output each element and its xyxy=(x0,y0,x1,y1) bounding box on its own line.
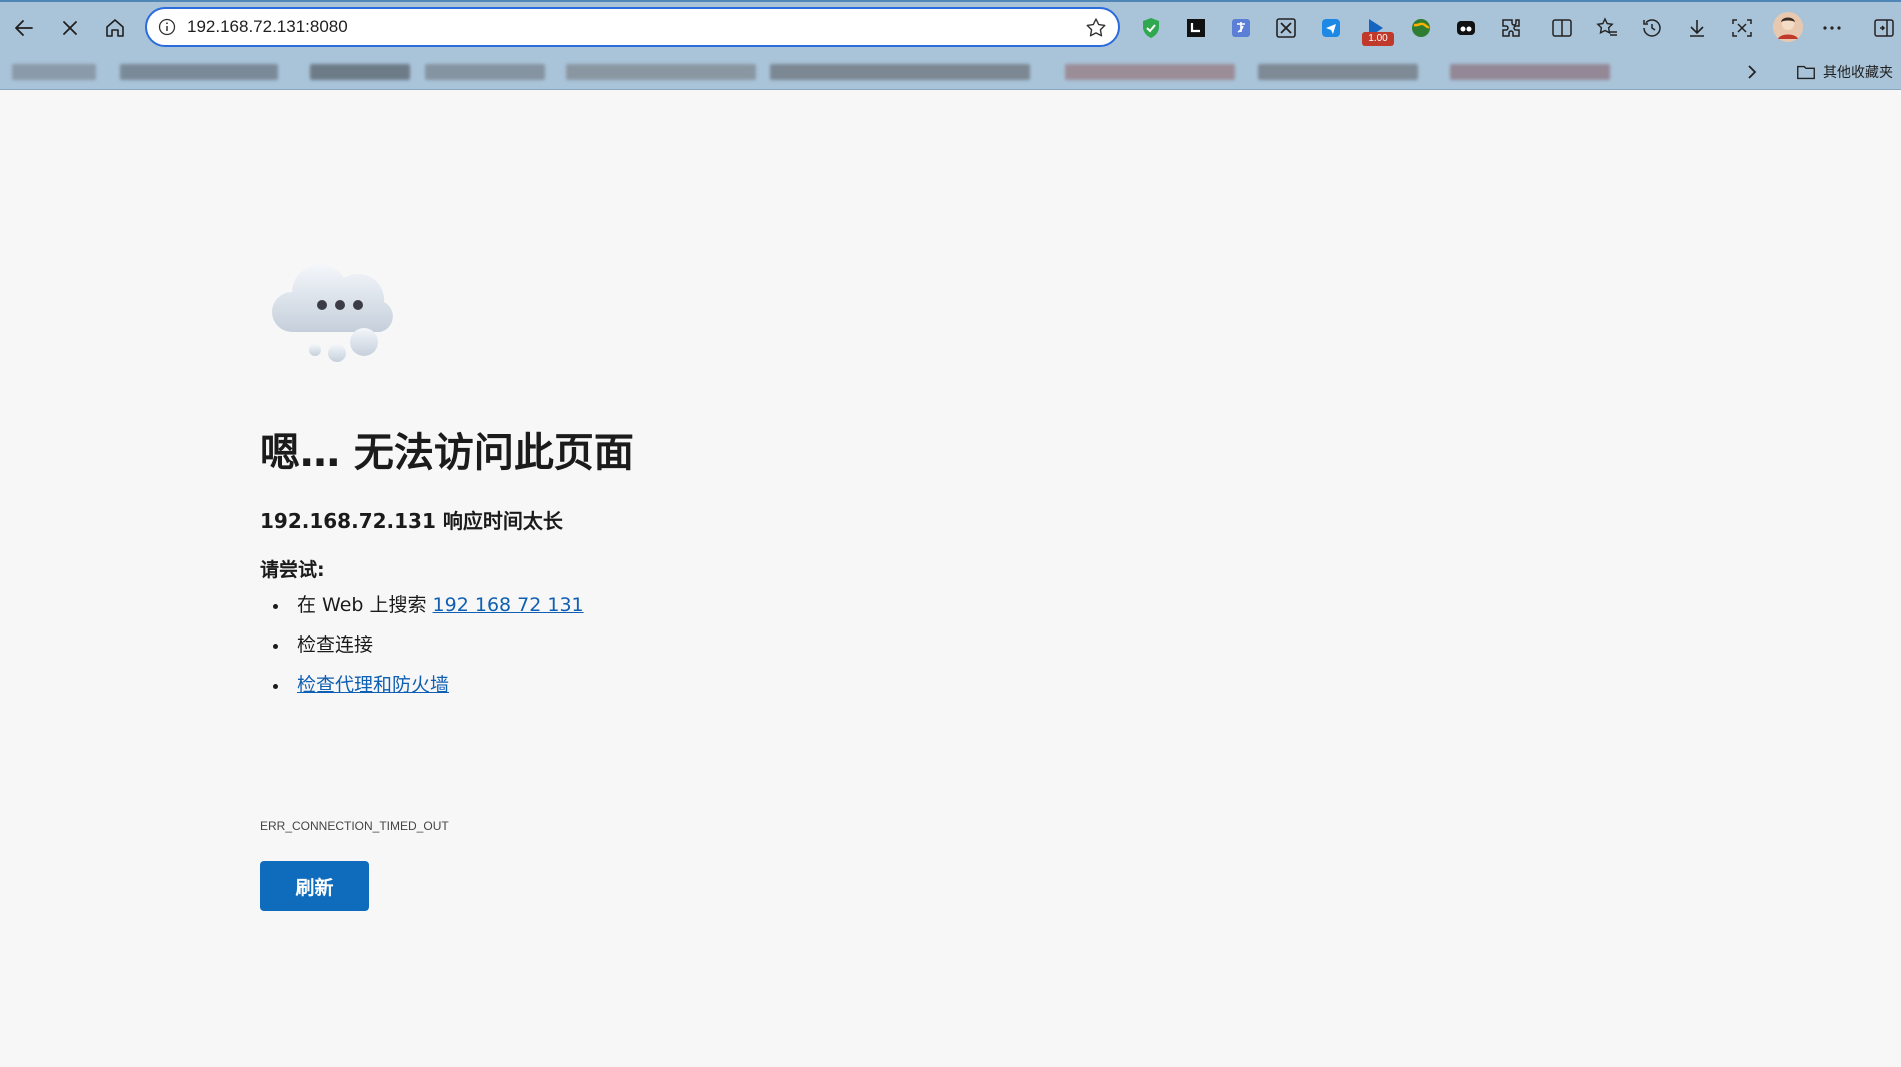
home-button[interactable] xyxy=(97,10,133,46)
extension-badge: 1.00 xyxy=(1362,32,1394,46)
glasses-icon xyxy=(1457,21,1475,35)
search-prefix-text: 在 Web 上搜索 xyxy=(297,594,433,616)
suggestion-list: 在 Web 上搜索 192 168 72 131 检查连接 检查代理和防火墙 xyxy=(260,590,584,710)
address-text[interactable]: 192.168.72.131:8080 xyxy=(187,16,348,38)
bullet xyxy=(273,684,278,689)
avatar-icon xyxy=(1773,12,1803,42)
puzzle-icon xyxy=(1502,19,1520,37)
suggestion-check-connection: 检查连接 xyxy=(260,630,584,670)
thinking-cloud-icon xyxy=(272,264,393,362)
other-bookmarks-label: 其他收藏夹 xyxy=(1823,65,1893,81)
error-description: 192.168.72.131 响应时间太长 xyxy=(260,509,563,533)
star-list-icon xyxy=(1596,17,1617,36)
try-label: 请尝试: xyxy=(260,559,325,581)
sidebar-toggle-button[interactable] xyxy=(1870,14,1898,42)
extension-eyes[interactable] xyxy=(1452,14,1480,42)
chevron-right-icon[interactable] xyxy=(1740,60,1764,84)
home-icon xyxy=(106,19,124,37)
check-proxy-link[interactable]: 检查代理和防火墙 xyxy=(297,674,449,696)
history-icon xyxy=(1643,19,1661,37)
folder-icon xyxy=(1797,65,1815,80)
more-dots-icon xyxy=(1823,26,1841,30)
arrow-left-icon xyxy=(15,20,33,36)
bullet xyxy=(273,604,278,609)
favorites-button[interactable] xyxy=(1593,14,1621,42)
extension-globe[interactable] xyxy=(1407,14,1435,42)
bookmark-item[interactable] xyxy=(425,64,545,80)
translate-icon xyxy=(1232,19,1250,37)
favorite-star-icon[interactable] xyxy=(1084,16,1108,40)
profile-avatar[interactable] xyxy=(1772,11,1804,43)
page-title: 嗯… 无法访问此页面 xyxy=(260,430,634,476)
bookmark-item[interactable] xyxy=(120,64,278,80)
stop-loading-button[interactable] xyxy=(52,10,88,46)
toolbar-accent-line xyxy=(0,0,1901,2)
back-button[interactable] xyxy=(6,10,42,46)
screen-capture-icon xyxy=(1732,19,1752,37)
bookmarks-bar: 其他收藏夹 xyxy=(0,55,1901,90)
extension-send[interactable] xyxy=(1317,14,1345,42)
suggestion-check-proxy: 检查代理和防火墙 xyxy=(260,670,584,710)
screenshot-button[interactable] xyxy=(1728,14,1756,42)
bookmark-item[interactable] xyxy=(770,64,1030,80)
extension-u[interactable] xyxy=(1182,14,1210,42)
bookmark-item[interactable] xyxy=(1258,64,1418,80)
refresh-button[interactable]: 刷新 xyxy=(260,861,369,911)
extension-shield[interactable] xyxy=(1137,14,1165,42)
bookmark-item[interactable] xyxy=(566,64,756,80)
bookmark-item[interactable] xyxy=(1065,64,1235,80)
u-logo-icon xyxy=(1187,19,1205,37)
extension-translate[interactable] xyxy=(1227,14,1255,42)
bookmark-item[interactable] xyxy=(1450,64,1610,80)
history-button[interactable] xyxy=(1638,14,1666,42)
error-page: 嗯… 无法访问此页面 192.168.72.131 响应时间太长 请尝试: 在 … xyxy=(0,90,1901,1067)
bookmark-item[interactable] xyxy=(12,64,96,80)
scissors-icon xyxy=(1276,18,1296,38)
paper-plane-icon xyxy=(1322,19,1340,37)
browser-toolbar: 192.168.72.131:8080 1.00 xyxy=(0,0,1901,55)
sidebar-icon xyxy=(1874,19,1894,37)
other-bookmarks-folder[interactable]: 其他收藏夹 xyxy=(1795,59,1893,85)
info-icon[interactable] xyxy=(157,17,177,37)
downloads-button[interactable] xyxy=(1683,14,1711,42)
address-bar[interactable]: 192.168.72.131:8080 xyxy=(145,7,1120,47)
check-connection-text: 检查连接 xyxy=(297,634,374,656)
error-code: ERR_CONNECTION_TIMED_OUT xyxy=(260,819,449,833)
search-web-link[interactable]: 192 168 72 131 xyxy=(433,594,584,616)
shield-icon xyxy=(1143,18,1159,38)
bullet xyxy=(273,644,278,649)
extension-screenshot[interactable] xyxy=(1272,14,1300,42)
close-icon xyxy=(63,21,77,35)
bookmark-item[interactable] xyxy=(310,64,410,80)
download-icon xyxy=(1690,20,1704,37)
extensions-button[interactable] xyxy=(1497,14,1525,42)
suggestion-search: 在 Web 上搜索 192 168 72 131 xyxy=(260,590,584,630)
split-screen-icon xyxy=(1552,19,1572,37)
split-screen-button[interactable] xyxy=(1548,14,1576,42)
globe-icon xyxy=(1412,19,1430,37)
more-menu-button[interactable] xyxy=(1818,14,1846,42)
